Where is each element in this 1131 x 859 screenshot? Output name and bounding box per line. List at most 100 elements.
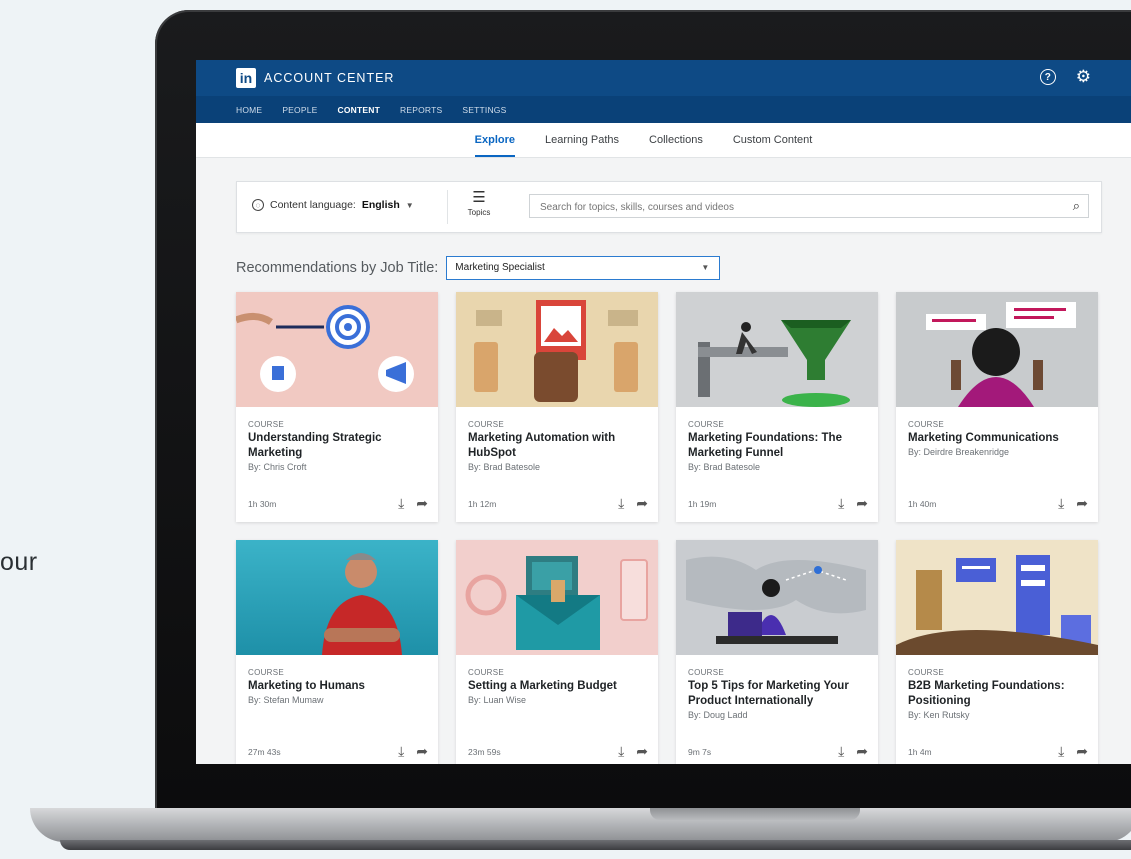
card-footer: 1h 4m ⤓ ➦	[908, 743, 1088, 760]
topics-label: Topics	[467, 208, 491, 217]
card-footer: 1h 30m ⤓ ➦	[248, 495, 428, 512]
content-language-label: Content language:	[270, 199, 356, 211]
download-icon[interactable]: ⤓	[838, 495, 844, 512]
course-duration: 1h 40m	[908, 498, 937, 509]
filter-bar: ◌ Content language: English ▼ ☰ Topics ⌕	[236, 181, 1102, 233]
content-language-dropdown[interactable]: ◌ Content language: English ▼	[252, 199, 414, 211]
linkedin-logo[interactable]: in	[236, 68, 256, 88]
course-card[interactable]: COURSE Marketing Foundations: The Market…	[676, 292, 878, 522]
card-footer: 9m 7s ⤓ ➦	[688, 743, 868, 760]
course-title[interactable]: Marketing Foundations: The Marketing Fun…	[688, 431, 866, 461]
course-thumbnail-phones	[456, 292, 658, 407]
app-screen: in ACCOUNT CENTER ? ⚙ HOME PEOPLE CONTEN…	[196, 60, 1131, 764]
course-author: By: Deirdre Breakenridge	[908, 447, 1010, 457]
job-title-value: Marketing Specialist	[455, 262, 545, 273]
course-kind: COURSE	[908, 420, 945, 429]
card-footer: 1h 40m ⤓ ➦	[908, 495, 1088, 512]
download-icon[interactable]: ⤓	[398, 743, 404, 760]
card-actions: ⤓ ➦	[398, 743, 428, 760]
course-kind: COURSE	[248, 420, 285, 429]
laptop-base-lip	[60, 840, 1131, 850]
course-duration: 9m 7s	[688, 746, 712, 757]
search-input[interactable]	[538, 196, 1042, 218]
course-duration: 27m 43s	[248, 746, 281, 757]
course-kind: COURSE	[908, 668, 945, 677]
card-footer: 1h 12m ⤓ ➦	[468, 495, 648, 512]
course-title[interactable]: B2B Marketing Foundations: Positioning	[908, 679, 1086, 709]
course-card[interactable]: COURSE Marketing to Humans By: Stefan Mu…	[236, 540, 438, 764]
search-icon[interactable]: ⌕	[1073, 198, 1080, 214]
nav-item-settings[interactable]: SETTINGS	[462, 105, 506, 115]
course-thumbnail-international	[676, 540, 878, 655]
background-text: our	[0, 548, 38, 576]
share-icon[interactable]: ➦	[416, 743, 428, 760]
card-actions: ⤓ ➦	[838, 495, 868, 512]
share-icon[interactable]: ➦	[636, 743, 648, 760]
course-title[interactable]: Marketing to Humans	[248, 679, 426, 694]
download-icon[interactable]: ⤓	[398, 495, 404, 512]
course-thumbnail-instructor-photo	[236, 540, 438, 655]
tab-collections[interactable]: Collections	[649, 123, 703, 157]
tab-learning-paths[interactable]: Learning Paths	[545, 123, 619, 157]
job-title-select[interactable]: Marketing Specialist ▼	[446, 256, 721, 280]
nav-item-people[interactable]: PEOPLE	[282, 105, 317, 115]
download-icon[interactable]: ⤓	[838, 743, 844, 760]
laptop-notch	[650, 808, 860, 820]
course-card[interactable]: COURSE Setting a Marketing Budget By: Lu…	[456, 540, 658, 764]
course-card[interactable]: COURSE Marketing Automation with HubSpot…	[456, 292, 658, 522]
download-icon[interactable]: ⤓	[1058, 495, 1064, 512]
nav-item-reports[interactable]: REPORTS	[400, 105, 442, 115]
nav-item-content[interactable]: CONTENT	[338, 105, 380, 115]
course-kind: COURSE	[688, 668, 725, 677]
card-actions: ⤓ ➦	[618, 495, 648, 512]
course-author: By: Brad Batesole	[688, 462, 761, 472]
course-card[interactable]: COURSE Understanding Strategic Marketing…	[236, 292, 438, 522]
course-thumbnail-b2b	[896, 540, 1098, 655]
search-box: ⌕	[529, 194, 1089, 218]
download-icon[interactable]: ⤓	[618, 495, 624, 512]
share-icon[interactable]: ➦	[856, 495, 868, 512]
course-title[interactable]: Setting a Marketing Budget	[468, 679, 646, 694]
card-actions: ⤓ ➦	[1058, 743, 1088, 760]
card-footer: 27m 43s ⤓ ➦	[248, 743, 428, 760]
course-author: By: Chris Croft	[248, 462, 307, 472]
share-icon[interactable]: ➦	[1076, 743, 1088, 760]
course-grid: COURSE Understanding Strategic Marketing…	[236, 292, 1098, 764]
course-card[interactable]: COURSE Marketing Communications By: Deir…	[896, 292, 1098, 522]
course-author: By: Luan Wise	[468, 695, 527, 705]
tab-explore[interactable]: Explore	[474, 123, 516, 157]
course-thumbnail-communications	[896, 292, 1098, 407]
course-duration: 23m 59s	[468, 746, 501, 757]
chevron-down-icon: ▼	[701, 263, 710, 272]
top-icons: ? ⚙	[1039, 68, 1091, 85]
course-author: By: Doug Ladd	[688, 710, 748, 720]
tab-custom-content[interactable]: Custom Content	[733, 123, 812, 157]
course-title[interactable]: Top 5 Tips for Marketing Your Product In…	[688, 679, 866, 709]
share-icon[interactable]: ➦	[636, 495, 648, 512]
course-kind: COURSE	[468, 420, 505, 429]
share-icon[interactable]: ➦	[416, 495, 428, 512]
course-title[interactable]: Understanding Strategic Marketing	[248, 431, 426, 461]
caret-down-icon: ▼	[405, 200, 414, 210]
course-duration: 1h 19m	[688, 498, 717, 509]
download-icon[interactable]: ⤓	[1058, 743, 1064, 760]
course-thumbnail-budget	[456, 540, 658, 655]
course-duration: 1h 4m	[908, 746, 932, 757]
topics-button[interactable]: ☰ Topics	[459, 190, 499, 218]
share-icon[interactable]: ➦	[856, 743, 868, 760]
nav-item-home[interactable]: HOME	[236, 105, 262, 115]
globe-icon: ◌	[252, 199, 264, 211]
share-icon[interactable]: ➦	[1076, 495, 1088, 512]
course-kind: COURSE	[468, 668, 505, 677]
question-circle-icon[interactable]: ?	[1039, 69, 1056, 85]
recommendations-row: Recommendations by Job Title: Marketing …	[236, 256, 721, 280]
card-actions: ⤓ ➦	[618, 743, 648, 760]
course-title[interactable]: Marketing Automation with HubSpot	[468, 431, 646, 461]
laptop-base	[30, 808, 1131, 842]
content-subtabs: Explore Learning Paths Collections Custo…	[196, 123, 1131, 158]
course-card[interactable]: COURSE Top 5 Tips for Marketing Your Pro…	[676, 540, 878, 764]
course-card[interactable]: COURSE B2B Marketing Foundations: Positi…	[896, 540, 1098, 764]
gear-icon[interactable]: ⚙	[1076, 68, 1091, 85]
course-title[interactable]: Marketing Communications	[908, 431, 1086, 446]
download-icon[interactable]: ⤓	[618, 743, 624, 760]
